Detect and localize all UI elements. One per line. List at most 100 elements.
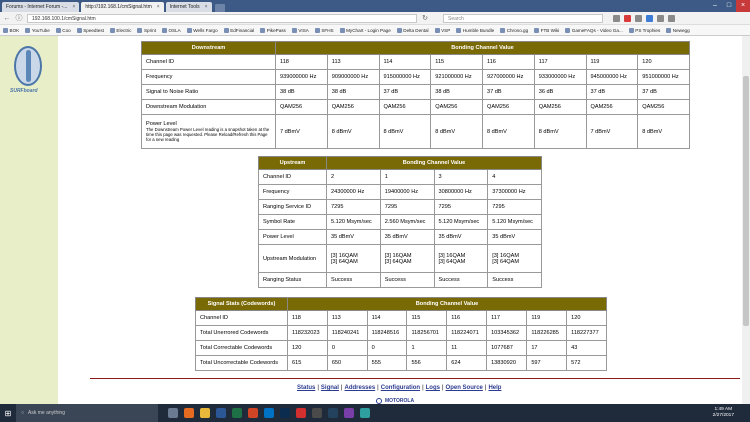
table-cell: 116 xyxy=(446,310,488,326)
app-icon[interactable] xyxy=(360,408,370,418)
bookmark-item[interactable]: Chrono.gg xyxy=(500,27,528,33)
browser-tab[interactable]: Forums - Internet Forum -... × xyxy=(2,2,80,12)
footer-link-logs[interactable]: Logs xyxy=(426,385,440,391)
address-bar[interactable]: 192.168.100.1/cmSignal.htm xyxy=(27,13,417,23)
footer-link-configuration[interactable]: Configuration xyxy=(381,385,420,391)
table-cell: 909000000 Hz xyxy=(326,69,380,85)
photoshop-icon[interactable] xyxy=(280,408,290,418)
steam-icon[interactable] xyxy=(328,408,338,418)
close-tab-icon[interactable]: × xyxy=(72,2,75,12)
bookmark-item[interactable]: YouTube xyxy=(25,27,50,33)
table-header: Signal Stats (Codewords) xyxy=(195,297,288,311)
bookmark-label: Humble Bundle xyxy=(462,27,495,33)
surfboard-logo-icon xyxy=(14,46,42,86)
table-cell: 17 xyxy=(526,340,568,356)
bookmark-item[interactable]: FTB Wiki xyxy=(534,27,559,33)
table-cell: 7295 xyxy=(487,199,542,215)
bookmark-item[interactable]: VISA xyxy=(291,27,309,33)
acrobat-icon[interactable] xyxy=(296,408,306,418)
task-view-icon[interactable] xyxy=(168,408,178,418)
bookmark-item[interactable]: GameFAQs - Video Ga... xyxy=(565,27,623,33)
outlook-icon[interactable] xyxy=(264,408,274,418)
bookmark-star-icon[interactable] xyxy=(613,14,620,22)
row-label-text: Channel ID xyxy=(263,174,291,180)
menu-icon[interactable] xyxy=(668,14,675,22)
bookmark-item[interactable]: Speedtest xyxy=(76,27,104,33)
table-cell: 555 xyxy=(366,355,408,371)
explorer-icon[interactable] xyxy=(200,408,210,418)
app-icon[interactable] xyxy=(312,408,322,418)
system-clock[interactable]: 1:49 AM 2/27/2017 xyxy=(713,407,750,419)
maximize-icon[interactable]: □ xyxy=(722,0,736,12)
bookmark-item[interactable]: EdFinancial xyxy=(223,27,254,33)
bookmark-item[interactable]: MyChart - Login Page xyxy=(339,27,391,33)
close-tab-icon[interactable]: × xyxy=(157,2,160,12)
pocket-icon[interactable] xyxy=(624,14,631,22)
scrollbar-thumb[interactable] xyxy=(743,76,749,326)
table-cell: 1 xyxy=(406,340,448,356)
extension-icon[interactable] xyxy=(646,14,653,22)
search-input[interactable]: Search xyxy=(443,13,603,23)
table-cell: QAM256 xyxy=(533,99,587,115)
table-cell: QAM256 xyxy=(275,99,328,115)
word-icon[interactable] xyxy=(216,408,226,418)
bookmark-item[interactable]: Newegg xyxy=(666,27,690,33)
excel-icon[interactable] xyxy=(232,408,242,418)
bookmark-item[interactable]: PikePass xyxy=(260,27,286,33)
firefox-icon[interactable] xyxy=(184,408,194,418)
browser-tab[interactable]: Internet Tools × xyxy=(165,2,212,12)
bookmark-item[interactable]: Humble Bundle xyxy=(456,27,495,33)
table-cell: 118224071 xyxy=(446,325,488,341)
table-row: Power Level The Downstream Power Level re… xyxy=(141,114,690,149)
bookmark-favicon-icon xyxy=(25,27,31,33)
windows-start-icon[interactable]: ⊞ xyxy=(0,404,16,422)
table-header: Downstream xyxy=(141,41,276,55)
table-cell: 1077687 xyxy=(486,340,528,356)
bookmark-item[interactable]: Sprint xyxy=(137,27,156,33)
footer-link-signal[interactable]: Signal xyxy=(321,385,339,391)
bookmark-item[interactable]: BOK xyxy=(3,27,20,33)
bookmark-item[interactable]: SFHS xyxy=(314,27,334,33)
bookmark-item[interactable]: Delta Dental xyxy=(396,27,429,33)
footer-link-status[interactable]: Status xyxy=(297,385,315,391)
bookmark-item[interactable]: Wells Fargo xyxy=(186,27,218,33)
bookmark-item[interactable]: OSLA xyxy=(161,27,181,33)
bookmark-label: PS Trophies xyxy=(635,27,661,33)
bookmark-favicon-icon xyxy=(666,27,672,33)
bookmark-item[interactable]: PS Trophies xyxy=(628,27,661,33)
powerpoint-icon[interactable] xyxy=(248,408,258,418)
table-cell: 7295 xyxy=(379,199,435,215)
table-cell: 38 dB xyxy=(275,84,328,100)
bookmark-item[interactable]: VSP xyxy=(434,27,450,33)
window-controls: – □ × xyxy=(708,0,750,12)
back-icon[interactable]: ← xyxy=(3,15,11,22)
reload-icon[interactable]: ↻ xyxy=(421,14,429,22)
bookmark-item[interactable]: Coo xyxy=(55,27,71,33)
app-icon[interactable] xyxy=(344,408,354,418)
table-cell: 19400000 Hz xyxy=(379,184,435,200)
download-icon[interactable] xyxy=(635,14,642,22)
home-icon[interactable] xyxy=(657,14,664,22)
info-icon[interactable]: ⓘ xyxy=(15,13,23,23)
footer-link-help[interactable]: Help xyxy=(488,385,501,391)
table-cell: 114 xyxy=(378,54,432,70)
table-cell: 120 xyxy=(287,340,328,356)
minimize-icon[interactable]: – xyxy=(708,0,722,12)
table-cell: 624 xyxy=(446,355,488,371)
new-tab-button[interactable] xyxy=(214,4,225,12)
row-label-text: Ranging Service ID xyxy=(263,204,312,210)
footer-link-addresses[interactable]: Addresses xyxy=(344,385,375,391)
bookmark-item[interactable]: Electric xyxy=(109,27,131,33)
table-cell: 118256701 xyxy=(406,325,448,341)
scrollbar[interactable] xyxy=(742,36,750,404)
bookmark-label: BOK xyxy=(9,27,20,33)
close-window-icon[interactable]: × xyxy=(736,0,750,12)
close-tab-icon[interactable]: × xyxy=(205,2,208,12)
taskbar-search[interactable]: ○ Ask me anything xyxy=(16,404,158,422)
bookmark-favicon-icon xyxy=(628,27,634,33)
browser-tab-active[interactable]: http://192.168.1/cmSignal.htm × xyxy=(81,2,164,12)
footer-link-open-source[interactable]: Open Source xyxy=(446,385,483,391)
table-cell: QAM256 xyxy=(378,99,432,115)
table-cell: QAM256 xyxy=(585,99,639,115)
table-cell: 0 xyxy=(366,340,408,356)
